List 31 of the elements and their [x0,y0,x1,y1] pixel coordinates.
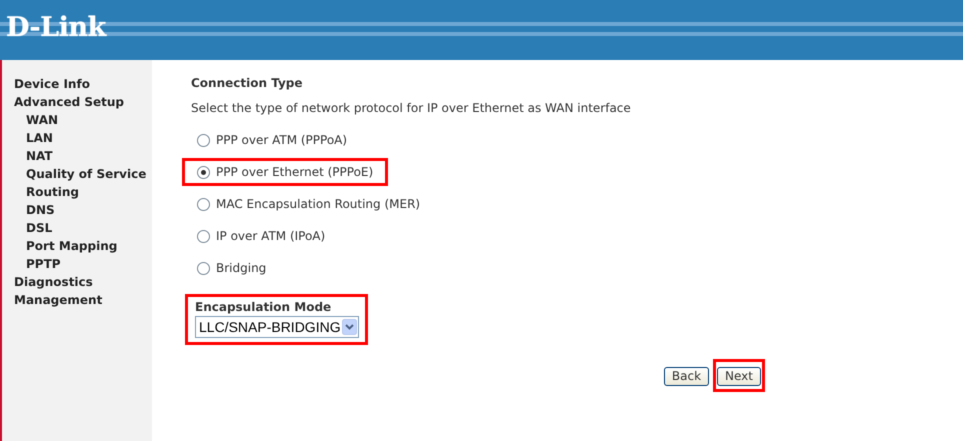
sidebar-item[interactable]: NAT [14,147,53,165]
option-label: Bridging [216,261,266,275]
option-label: PPP over ATM (PPPoA) [216,133,348,147]
sidebar-item[interactable]: Advanced Setup [14,93,124,111]
option-label: IP over ATM (IPoA) [216,229,326,243]
option-label: MAC Encapsulation Routing (MER) [216,197,420,211]
section-title: Connection Type [191,75,303,91]
sidebar-item[interactable]: DSL [14,219,52,237]
sidebar-item[interactable]: LAN [14,129,53,147]
sidebar-item[interactable]: Routing [14,183,80,201]
radio-button[interactable] [197,262,210,274]
logo: D-Link [6,12,106,44]
radio-button[interactable] [197,134,210,146]
sidebar-item[interactable]: DNS [14,201,55,219]
nav-button[interactable]: Back [664,366,710,386]
sidebar-item[interactable]: Device Info [14,75,90,93]
sidebar-item[interactable]: Diagnostics [14,273,93,291]
nav-button[interactable]: Next [717,366,761,386]
sidebar-item[interactable]: WAN [14,111,58,129]
radio-button[interactable] [197,230,210,242]
sidebar-item[interactable]: Port Mapping [14,237,118,255]
sidebar-item[interactable]: Quality of Service [14,165,146,183]
radio-button[interactable] [197,198,210,210]
option-label: PPP over Ethernet (PPPoE) [216,165,374,179]
radio-button[interactable] [197,166,210,178]
mode-dropdown[interactable]: LLC/SNAP-BRIDGING [195,316,359,338]
dropdown-caret-icon [342,319,357,335]
sidebar-item[interactable]: PPTP [14,255,61,273]
field-label: Encapsulation Mode [195,300,332,314]
description: Select the type of network protocol for IP over Ethernet as WAN interface [191,100,631,116]
sidebar-item[interactable]: Management [14,291,102,309]
